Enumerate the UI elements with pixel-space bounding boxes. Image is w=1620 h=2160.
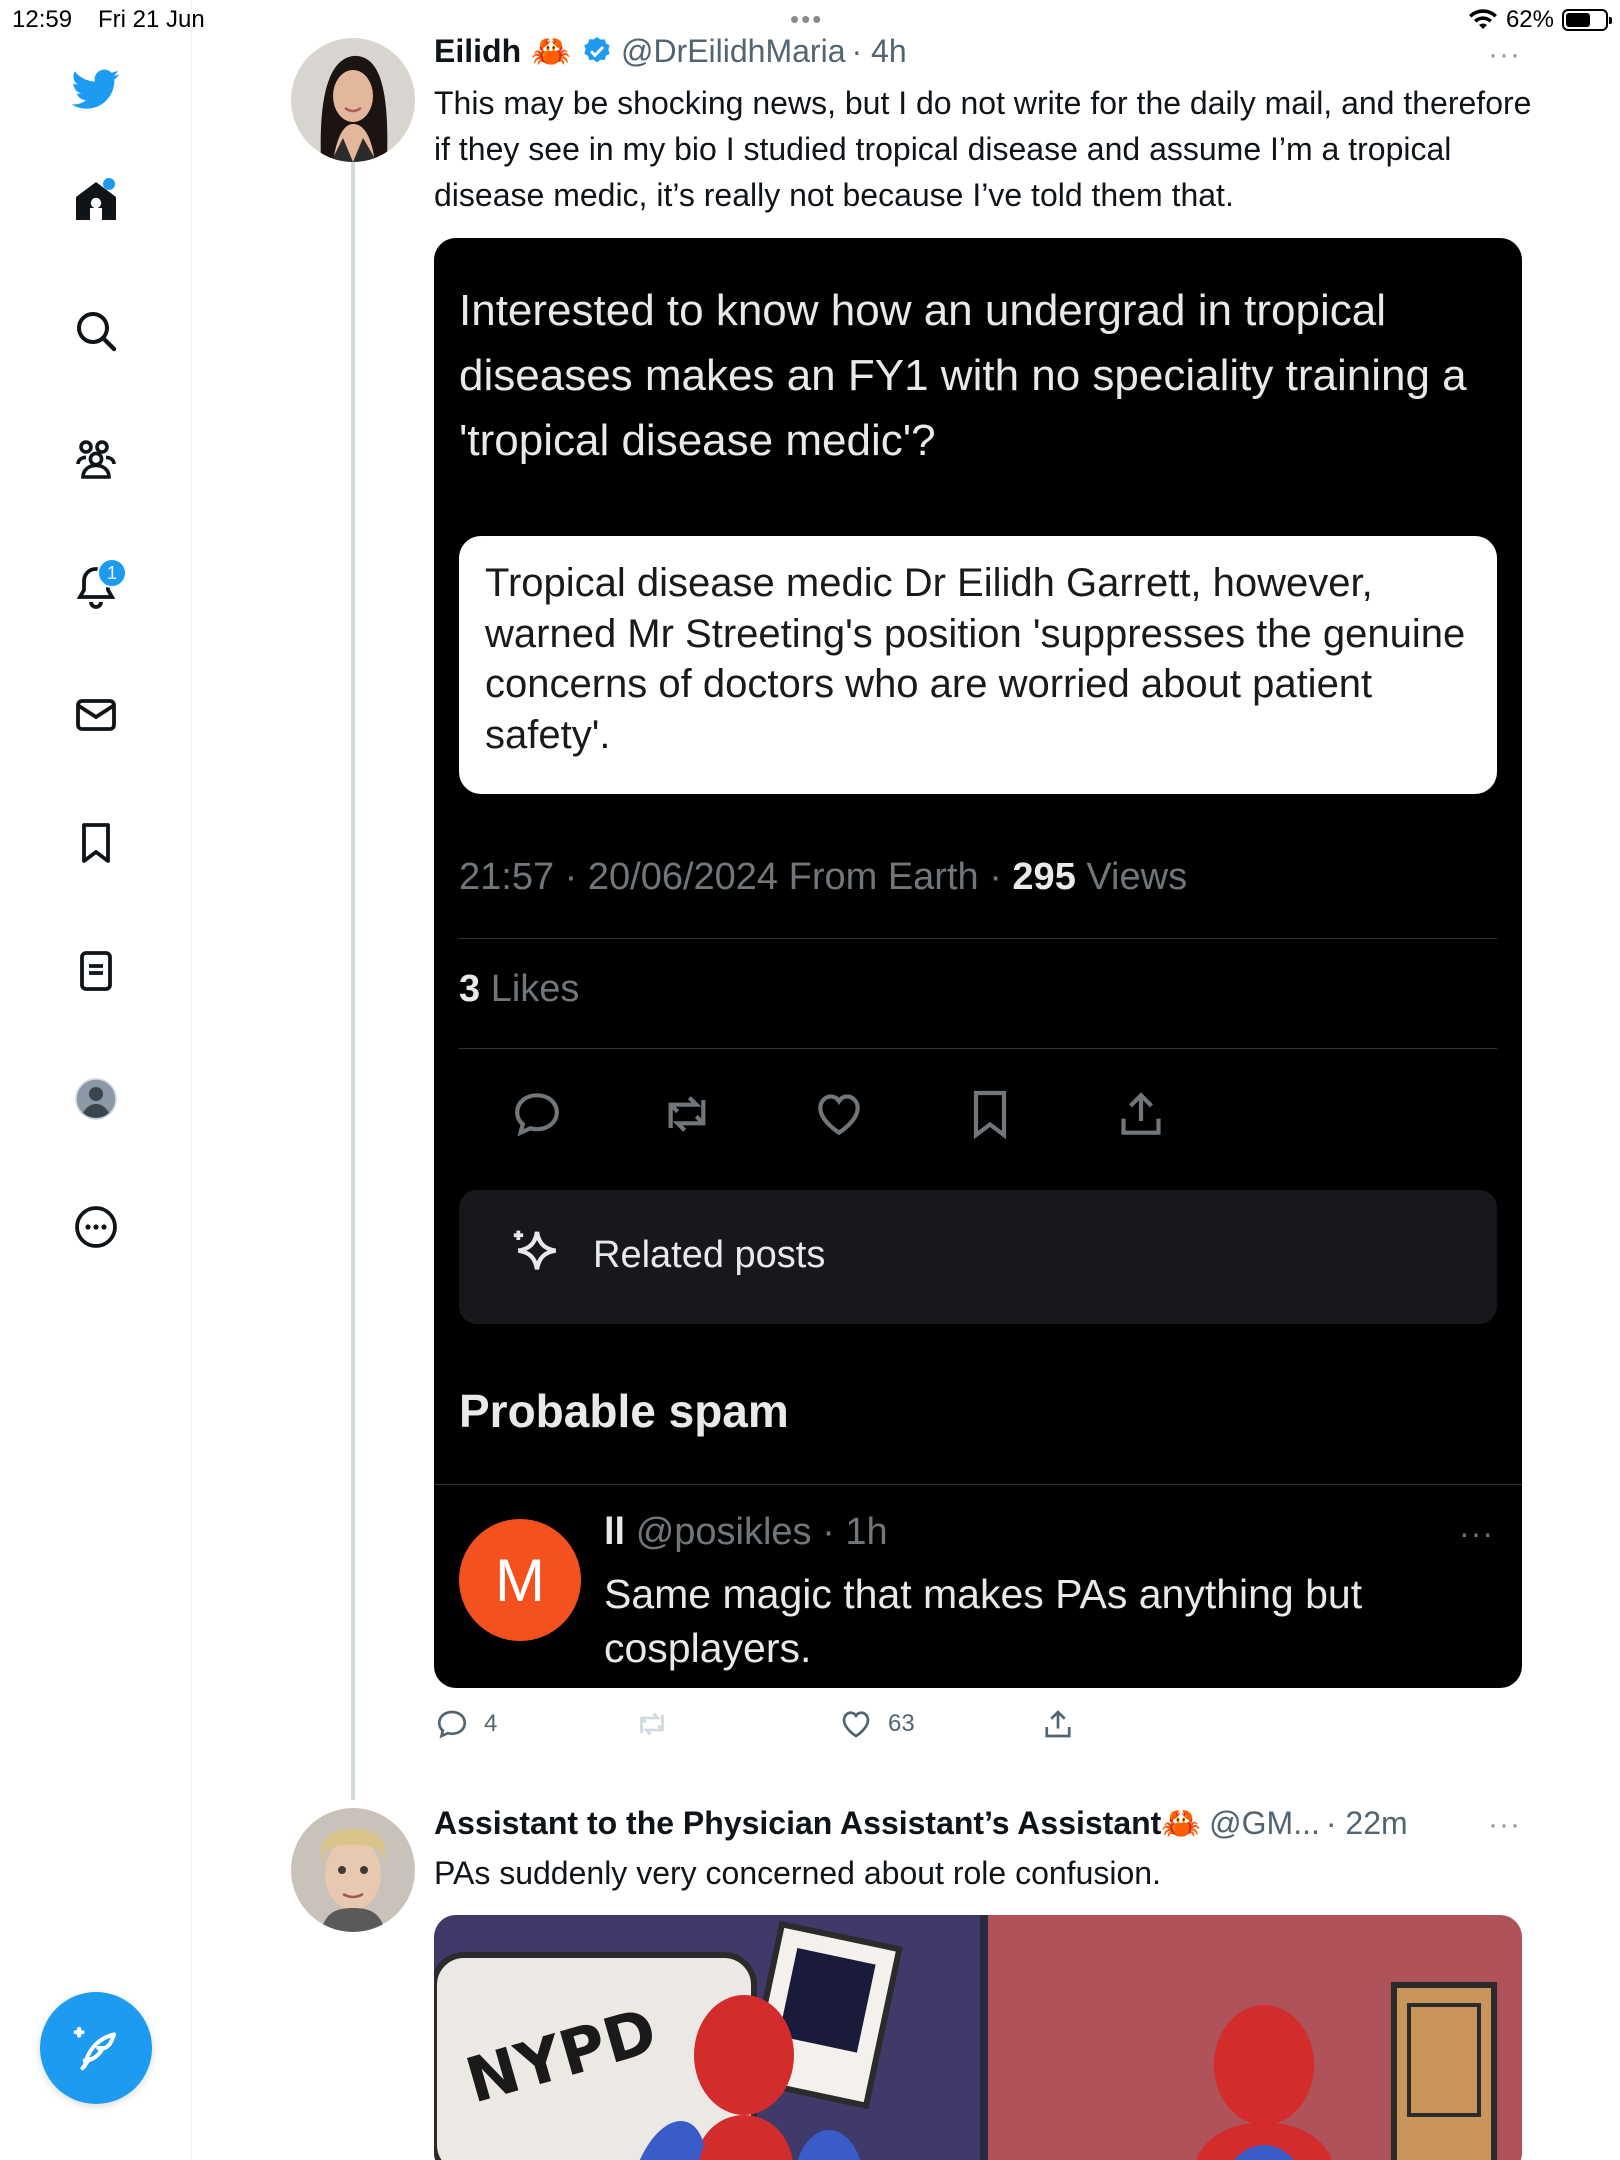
battery-icon <box>1562 9 1612 31</box>
tweet2-crab-emoji: 🦀 <box>1161 1805 1202 1841</box>
tweet1-embedded-image[interactable]: Interested to know how an undergrad in t… <box>434 238 1522 1688</box>
sidebar: 1 <box>0 0 192 2160</box>
profile-icon <box>75 1078 117 1120</box>
embed-question-text: Interested to know how an undergrad in t… <box>459 286 1467 465</box>
embed-likes-count: 3 <box>459 968 481 1010</box>
nav-bookmarks[interactable] <box>65 812 127 874</box>
related-posts-button: Related posts <box>459 1190 1497 1324</box>
tweet1-retweet-button[interactable] <box>634 1706 684 1742</box>
embed-timestamp: 21:57 · 20/06/2024 From Earth · <box>459 856 1013 898</box>
spam-reply-more-icon: ··· <box>1459 1515 1494 1551</box>
tweet1-reply-count: 4 <box>484 1710 498 1737</box>
nav-messages[interactable] <box>65 684 127 746</box>
tweet1-author-name[interactable]: Eilidh <box>434 33 521 70</box>
embed-quote-card: Tropical disease medic Dr Eilidh Garrett… <box>459 536 1497 794</box>
tweet1-like-count: 63 <box>888 1710 915 1737</box>
spam-reply-header: ll @posikles · 1h <box>604 1511 888 1554</box>
embed-meta: 21:57 · 20/06/2024 From Earth · 295 View… <box>459 856 1187 899</box>
related-posts-label: Related posts <box>593 1234 826 1276</box>
thread-connector <box>351 160 355 1800</box>
spam-reply-name: ll <box>604 1511 626 1553</box>
lists-icon <box>80 951 112 991</box>
nav-home[interactable] <box>65 170 127 232</box>
nav-search[interactable] <box>65 300 127 362</box>
multitask-dots-icon[interactable]: ••• <box>790 4 823 35</box>
battery-percent: 62% <box>1505 6 1554 33</box>
home-unread-dot <box>103 178 115 190</box>
tweet1-header: Eilidh 🦀 @DrEilidhMaria · 4h <box>434 32 907 70</box>
nav-lists[interactable] <box>65 940 127 1002</box>
tweet2-text: PAs suddenly very concerned about role c… <box>434 1855 1161 1891</box>
spam-reply-text: Same magic that makes PAs anything but c… <box>604 1571 1363 1671</box>
tweet2-author-name[interactable]: Assistant to the Physician Assistant’s A… <box>434 1805 1161 1842</box>
embed-bookmark-icon <box>973 1090 1007 1140</box>
embed-reply-icon <box>515 1093 559 1137</box>
nav-more[interactable] <box>65 1196 127 1258</box>
tweet2-handle[interactable]: @GM... <box>1209 1805 1320 1842</box>
probable-spam-heading: Probable spam <box>459 1385 789 1437</box>
embed-divider <box>459 938 1497 939</box>
embed-quote-text: Tropical disease medic Dr Eilidh Garrett… <box>485 561 1466 757</box>
share-icon <box>1045 1710 1071 1738</box>
reply-icon <box>437 1710 467 1739</box>
tweet1-handle[interactable]: @DrEilidhMaria <box>621 33 846 70</box>
twitter-logo-icon[interactable] <box>65 58 127 120</box>
tweet1-share-button[interactable] <box>1040 1706 1076 1742</box>
nav-notifications[interactable]: 1 <box>65 556 127 618</box>
search-icon <box>77 312 117 352</box>
tweet1-text: This may be shocking news, but I do not … <box>434 85 1532 213</box>
verified-badge-icon <box>584 37 610 63</box>
communities-icon <box>76 440 116 479</box>
spam-avatar: M <box>459 1519 581 1641</box>
like-icon <box>842 1711 870 1738</box>
tweet1-crab-emoji: 🦀 <box>531 33 571 69</box>
embed-share-icon <box>1121 1092 1161 1135</box>
tweet1-more-button[interactable]: ··· <box>1488 38 1521 72</box>
nav-profile[interactable] <box>65 1068 127 1130</box>
more-icon <box>75 1206 117 1248</box>
compose-icon <box>73 2026 117 2071</box>
embed-views-label: Views <box>1075 856 1188 898</box>
spam-reply-time: · 1h <box>822 1511 888 1553</box>
notification-badge: 1 <box>97 558 127 588</box>
spam-reply-handle: @posikles <box>635 1511 812 1553</box>
tweet2-time[interactable]: · 22m <box>1326 1805 1408 1842</box>
wifi-icon <box>1468 9 1497 29</box>
tweet1-action-bar: 4 63 <box>434 1706 1234 1750</box>
tweet2-more-button[interactable]: ··· <box>1488 1808 1521 1842</box>
tweet2-image[interactable]: NYPD <box>434 1915 1522 2160</box>
tweet2-header: Assistant to the Physician Assistant’s A… <box>434 1804 1408 1842</box>
tweet1-time[interactable]: · 4h <box>851 33 906 70</box>
embed-views-count: 295 <box>1012 856 1076 898</box>
tweet1-like-button[interactable]: 63 <box>838 1706 915 1742</box>
spam-reply: M ll @posikles · 1h ··· Same magic that … <box>434 1484 1522 1688</box>
messages-icon <box>76 699 116 731</box>
status-right: 62% <box>1468 6 1612 34</box>
embed-divider <box>459 1048 1497 1049</box>
compose-button[interactable] <box>40 1992 152 2104</box>
nav-communities[interactable] <box>65 428 127 490</box>
bookmarks-icon <box>82 823 110 863</box>
embed-likes: 3 Likes <box>459 968 579 1011</box>
tweet1-reply-button[interactable]: 4 <box>434 1706 497 1742</box>
embed-actions <box>459 1078 1497 1148</box>
avatar-assistant[interactable] <box>291 1808 415 1932</box>
retweet-icon <box>640 1712 664 1736</box>
embed-like-icon <box>818 1094 860 1136</box>
embed-retweet-icon <box>668 1096 706 1132</box>
avatar-eilidh[interactable] <box>291 38 415 162</box>
sparkle-icon <box>513 1230 557 1270</box>
embed-likes-label: Likes <box>480 968 580 1010</box>
